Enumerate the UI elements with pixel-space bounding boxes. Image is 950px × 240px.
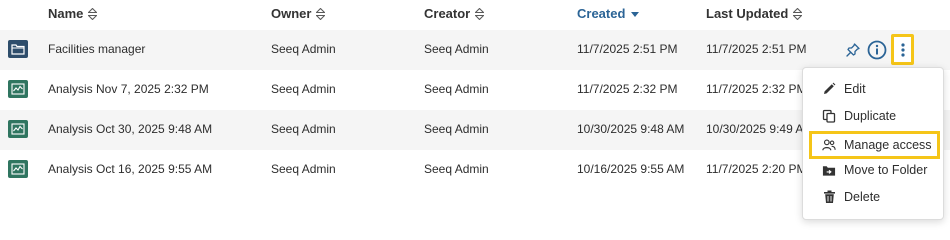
item-owner: Seeq Admin [271, 42, 336, 56]
info-icon[interactable] [866, 39, 888, 61]
column-header-label: Creator [424, 6, 471, 21]
duplicate-icon [822, 109, 836, 123]
item-name[interactable]: Analysis Oct 30, 2025 9:48 AM [48, 122, 212, 136]
analysis-icon [8, 160, 28, 178]
item-last-updated: 11/7/2025 2:51 PM [706, 42, 807, 56]
column-header-label: Created [577, 6, 626, 21]
table-header: Name Owner Creator Created Last Updated [0, 0, 950, 30]
column-header-label: Owner [271, 6, 312, 21]
item-owner: Seeq Admin [271, 162, 336, 176]
item-created: 10/16/2025 9:55 AM [577, 162, 685, 176]
column-header-created[interactable]: Created [577, 6, 639, 21]
menu-item-label: Delete [844, 190, 881, 204]
menu-item-edit[interactable]: Edit [809, 76, 939, 102]
item-last-updated: 10/30/2025 9:49 AM [706, 122, 814, 136]
item-name[interactable]: Facilities manager [48, 42, 145, 56]
folder-icon [8, 40, 28, 58]
column-header-label: Name [48, 6, 84, 21]
menu-item-duplicate[interactable]: Duplicate [809, 103, 939, 129]
item-creator: Seeq Admin [424, 42, 489, 56]
item-last-updated: 11/7/2025 2:20 PM [706, 162, 807, 176]
trash-icon [822, 190, 836, 204]
menu-item-label: Edit [844, 82, 866, 96]
item-name[interactable]: Analysis Nov 7, 2025 2:32 PM [48, 82, 209, 96]
sort-both-icon [793, 7, 803, 20]
item-owner: Seeq Admin [271, 82, 336, 96]
column-header-owner[interactable]: Owner [271, 6, 326, 21]
menu-item-label: Duplicate [844, 109, 897, 123]
more-vertical-icon[interactable] [891, 34, 914, 65]
item-created: 11/7/2025 2:32 PM [577, 82, 678, 96]
column-header-last-updated[interactable]: Last Updated [706, 6, 803, 21]
item-created: 10/30/2025 9:48 AM [577, 122, 685, 136]
sort-both-icon [475, 7, 485, 20]
column-header-creator[interactable]: Creator [424, 6, 485, 21]
sort-both-icon [316, 7, 326, 20]
context-menu: Edit Duplicate Manage access Move to Fol… [802, 67, 944, 220]
column-header-label: Last Updated [706, 6, 789, 21]
menu-item-label: Manage access [844, 138, 932, 152]
item-creator: Seeq Admin [424, 122, 489, 136]
sort-descending-icon [630, 8, 639, 20]
menu-item-manage-access[interactable]: Manage access [809, 131, 940, 159]
analysis-icon [8, 80, 28, 98]
pencil-icon [822, 82, 836, 96]
menu-item-label: Move to Folder [844, 163, 928, 177]
analysis-icon [8, 120, 28, 138]
item-creator: Seeq Admin [424, 162, 489, 176]
column-header-name[interactable]: Name [48, 6, 98, 21]
users-icon [822, 138, 836, 152]
item-creator: Seeq Admin [424, 82, 489, 96]
item-name[interactable]: Analysis Oct 16, 2025 9:55 AM [48, 162, 212, 176]
item-created: 11/7/2025 2:51 PM [577, 42, 678, 56]
pin-icon[interactable] [842, 39, 864, 61]
menu-item-delete[interactable]: Delete [809, 184, 939, 210]
item-owner: Seeq Admin [271, 122, 336, 136]
table-row[interactable]: Facilities manager Seeq Admin Seeq Admin… [0, 30, 950, 70]
item-last-updated: 11/7/2025 2:32 PM [706, 82, 807, 96]
menu-item-move-to-folder[interactable]: Move to Folder [809, 157, 939, 183]
sort-both-icon [88, 7, 98, 20]
move-folder-icon [822, 163, 836, 177]
